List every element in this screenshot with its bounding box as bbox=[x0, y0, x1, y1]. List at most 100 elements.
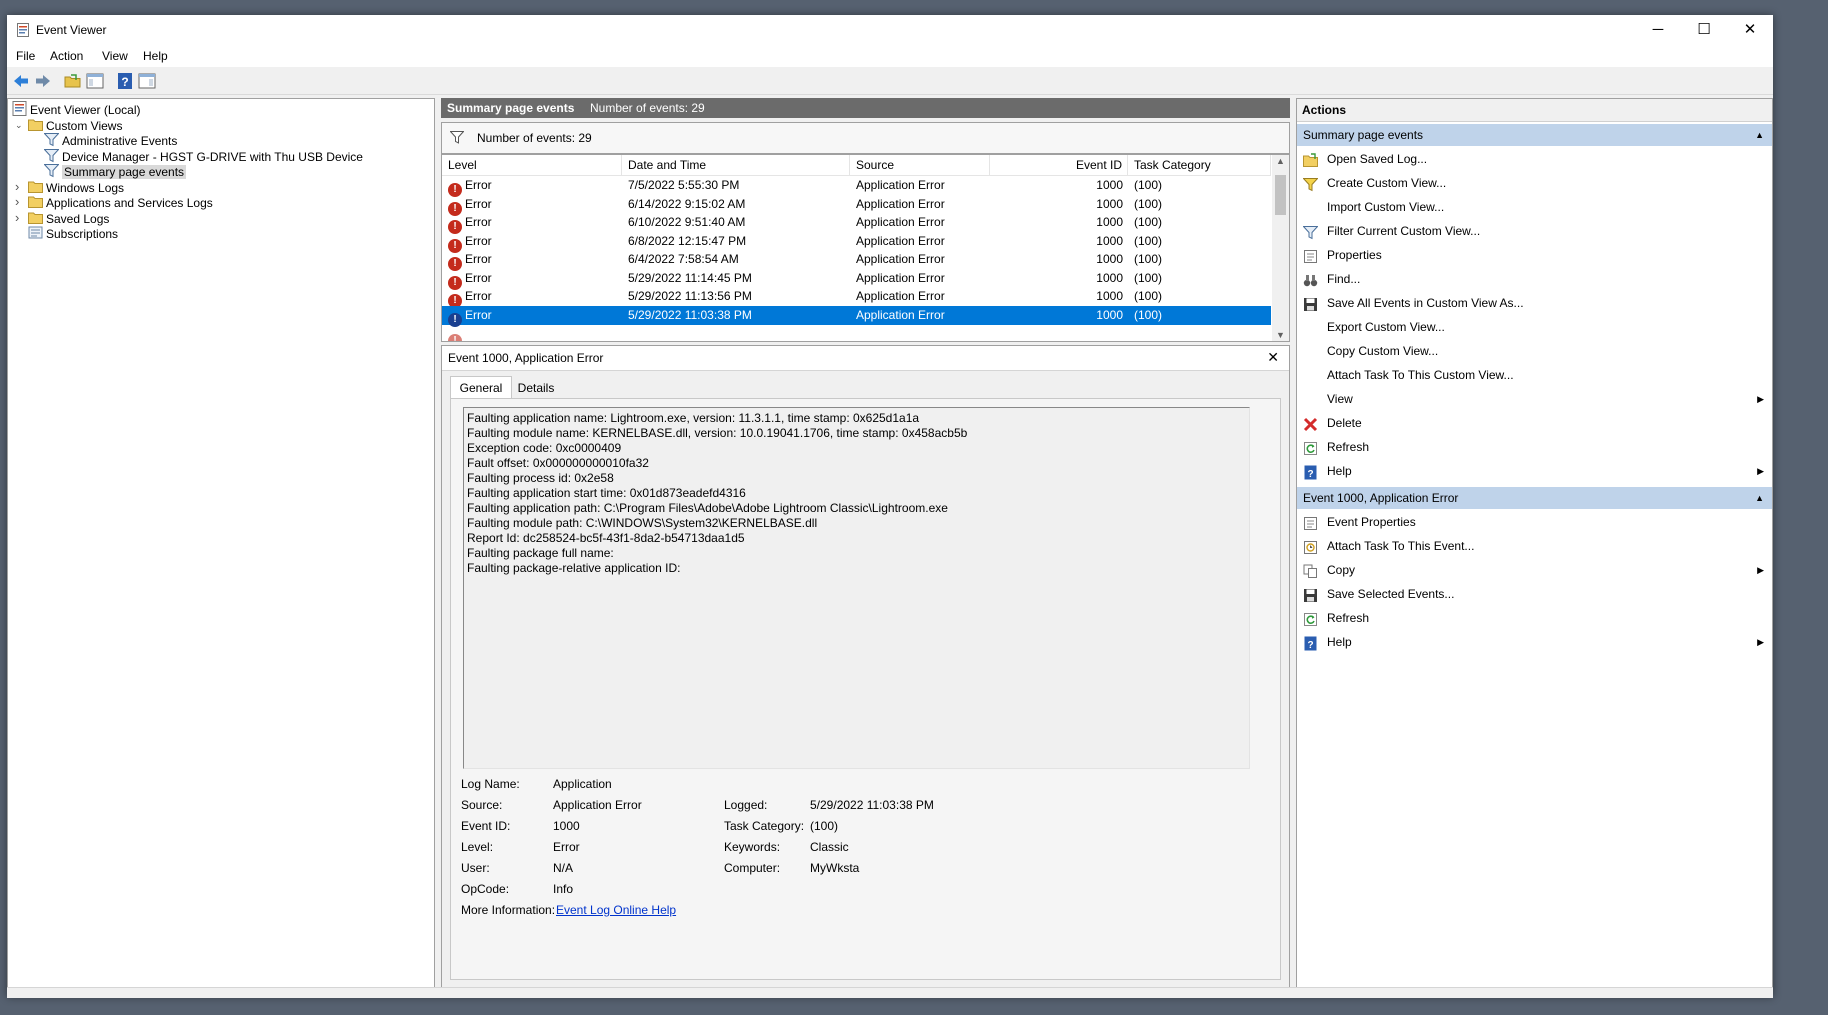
folder-icon bbox=[28, 194, 43, 208]
action-filter-current-custom-view[interactable]: Filter Current Custom View... bbox=[1297, 219, 1772, 243]
show-hide-tree-icon[interactable] bbox=[86, 72, 104, 90]
event-log-online-help-link[interactable]: Event Log Online Help bbox=[556, 903, 676, 917]
action-label: Open Saved Log... bbox=[1327, 152, 1428, 166]
action-create-custom-view[interactable]: Create Custom View... bbox=[1297, 171, 1772, 195]
forward-arrow-icon[interactable] bbox=[34, 72, 52, 90]
open-folder-icon[interactable] bbox=[64, 72, 82, 90]
column-level[interactable]: Level bbox=[442, 155, 622, 175]
action-import-custom-view[interactable]: Import Custom View... bbox=[1297, 195, 1772, 219]
table-row[interactable]: ! Error 6/10/2022 9:51:40 AM Application Er… bbox=[442, 213, 1271, 234]
cell-source: Application Error bbox=[856, 289, 945, 303]
table-row[interactable]: ! Error 5/29/2022 11:13:56 PM Application E… bbox=[442, 287, 1271, 308]
expand-chevron-icon[interactable]: › bbox=[15, 194, 19, 209]
minimize-button[interactable]: ─ bbox=[1635, 15, 1681, 45]
action-copy[interactable]: Copy ▶ bbox=[1297, 558, 1772, 582]
action-copy-custom-view[interactable]: Copy Custom View... bbox=[1297, 339, 1772, 363]
events-panel-title: Summary page events bbox=[447, 101, 575, 115]
back-arrow-icon[interactable] bbox=[12, 72, 30, 90]
menu-help[interactable]: Help bbox=[143, 49, 168, 63]
cell-source: Application Error bbox=[856, 270, 945, 285]
action-save-selected-events[interactable]: Save Selected Events... bbox=[1297, 582, 1772, 606]
table-row[interactable]: ! Error 6/14/2022 9:15:02 AM Application Er… bbox=[442, 195, 1271, 216]
action-open-saved-log[interactable]: Open Saved Log... bbox=[1297, 147, 1772, 171]
action-save-all-events-in-custom-view-as[interactable]: Save All Events in Custom View As... bbox=[1297, 291, 1772, 315]
action-attach-task-to-this-custom-view[interactable]: Attach Task To This Custom View... bbox=[1297, 363, 1772, 387]
collapse-chevron-icon[interactable]: ⌄ bbox=[15, 120, 23, 131]
copy-icon bbox=[1303, 563, 1318, 578]
close-button[interactable]: ✕ bbox=[1727, 15, 1773, 45]
scroll-thumb[interactable] bbox=[1275, 175, 1286, 215]
task-icon bbox=[1303, 539, 1318, 554]
submenu-arrow-icon: ▶ bbox=[1757, 466, 1764, 476]
menu-view[interactable]: View bbox=[102, 49, 128, 63]
action-help[interactable]: ? Help ▶ bbox=[1297, 630, 1772, 654]
submenu-arrow-icon: ▶ bbox=[1757, 565, 1764, 575]
maximize-button[interactable]: ☐ bbox=[1681, 15, 1727, 45]
detail-close-icon[interactable]: ✕ bbox=[1267, 349, 1279, 366]
action-label: Help bbox=[1327, 464, 1352, 478]
tree-item-custom-views[interactable]: Custom Views bbox=[28, 117, 122, 134]
tree-item-label: Summary page events bbox=[62, 165, 187, 179]
actions-section-event-header[interactable]: Event 1000, Application Error ▲ bbox=[1297, 487, 1772, 509]
property-label: OpCode: bbox=[461, 882, 510, 896]
table-row-partial[interactable]: ! bbox=[442, 327, 1271, 341]
detail-header: Event 1000, Application Error ✕ bbox=[442, 346, 1289, 371]
folder-icon bbox=[28, 210, 43, 224]
cell-date-time: 6/14/2022 9:15:02 AM bbox=[628, 196, 746, 211]
column-event-id[interactable]: Event ID bbox=[990, 155, 1128, 175]
tree-item-device-manager-hgst-g-drive-with-thu-usb-device[interactable]: Device Manager - HGST G-DRIVE with Thu U… bbox=[43, 148, 363, 165]
events-panel-header: Summary page events Number of events: 29 bbox=[441, 98, 1290, 118]
action-event-properties[interactable]: Event Properties bbox=[1297, 510, 1772, 534]
event-description-box[interactable]: Faulting application name: Lightroom.exe… bbox=[463, 407, 1250, 769]
tree-item-subscriptions[interactable]: Subscriptions bbox=[28, 225, 118, 242]
actions-section-summary-header[interactable]: Summary page events ▲ bbox=[1297, 124, 1772, 146]
table-row[interactable]: ! Error 7/5/2022 5:55:30 PM Application Err… bbox=[442, 176, 1271, 197]
table-row[interactable]: ! Error 6/4/2022 7:58:54 AM Application Err… bbox=[442, 250, 1271, 271]
tree-item-event-viewer-local[interactable]: Event Viewer (Local) bbox=[12, 101, 141, 118]
expand-chevron-icon[interactable]: › bbox=[15, 179, 19, 194]
tree-item-summary-page-events[interactable]: Summary page events bbox=[43, 163, 187, 180]
scroll-up-icon[interactable]: ▲ bbox=[1272, 156, 1289, 166]
help-icon[interactable]: ? bbox=[116, 72, 134, 90]
expand-chevron-icon[interactable]: › bbox=[15, 210, 19, 225]
scroll-down-icon[interactable]: ▼ bbox=[1272, 330, 1289, 340]
menu-bar: File Action View Help bbox=[7, 45, 1773, 67]
menu-file[interactable]: File bbox=[16, 49, 35, 63]
tree-item-applications-and-services-logs[interactable]: Applications and Services Logs bbox=[28, 194, 213, 211]
action-attach-task-to-this-event[interactable]: Attach Task To This Event... bbox=[1297, 534, 1772, 558]
property-label: Source: bbox=[461, 798, 503, 812]
tree-item-saved-logs[interactable]: Saved Logs bbox=[28, 210, 109, 227]
show-hide-action-pane-icon[interactable] bbox=[138, 72, 156, 90]
action-view[interactable]: View ▶ bbox=[1297, 387, 1772, 411]
cell-event-id: 1000 bbox=[1096, 270, 1123, 285]
table-row[interactable]: ! Error 5/29/2022 11:14:45 PM Application E… bbox=[442, 269, 1271, 290]
tree-item-windows-logs[interactable]: Windows Logs bbox=[28, 179, 124, 196]
action-refresh[interactable]: Refresh bbox=[1297, 606, 1772, 630]
table-row[interactable]: ! Error 5/29/2022 11:03:38 PM Application E… bbox=[442, 305, 1271, 327]
description-line: Exception code: 0xc0000409 bbox=[467, 441, 622, 455]
property-value: Classic bbox=[810, 840, 849, 854]
action-help[interactable]: ? Help ▶ bbox=[1297, 459, 1772, 483]
svg-text:?: ? bbox=[1307, 640, 1313, 651]
column-date-time[interactable]: Date and Time bbox=[622, 155, 850, 175]
table-row[interactable]: ! Error 6/8/2022 12:15:47 PM Application Er… bbox=[442, 232, 1271, 253]
tab-general[interactable]: General bbox=[450, 376, 512, 399]
column-source[interactable]: Source bbox=[850, 155, 990, 175]
svg-text:?: ? bbox=[1307, 469, 1313, 480]
action-export-custom-view[interactable]: Export Custom View... bbox=[1297, 315, 1772, 339]
action-properties[interactable]: Properties bbox=[1297, 243, 1772, 267]
description-line: Faulting application name: Lightroom.exe… bbox=[467, 411, 920, 425]
action-delete[interactable]: Delete bbox=[1297, 411, 1772, 435]
events-scrollbar[interactable]: ▲ ▼ bbox=[1272, 155, 1289, 341]
action-find[interactable]: Find... bbox=[1297, 267, 1772, 291]
action-refresh[interactable]: Refresh bbox=[1297, 435, 1772, 459]
error-icon: ! bbox=[448, 334, 462, 341]
tree-item-administrative-events[interactable]: Administrative Events bbox=[43, 132, 177, 149]
tab-details[interactable]: Details bbox=[511, 379, 561, 398]
menu-action[interactable]: Action bbox=[50, 49, 83, 63]
column-task-category[interactable]: Task Category bbox=[1128, 155, 1271, 175]
filter-bar: Number of events: 29 bbox=[441, 122, 1290, 154]
collapse-arrow-icon[interactable]: ▲ bbox=[1755, 124, 1764, 146]
help-icon: ? bbox=[1303, 464, 1318, 480]
collapse-arrow-icon[interactable]: ▲ bbox=[1755, 487, 1764, 509]
